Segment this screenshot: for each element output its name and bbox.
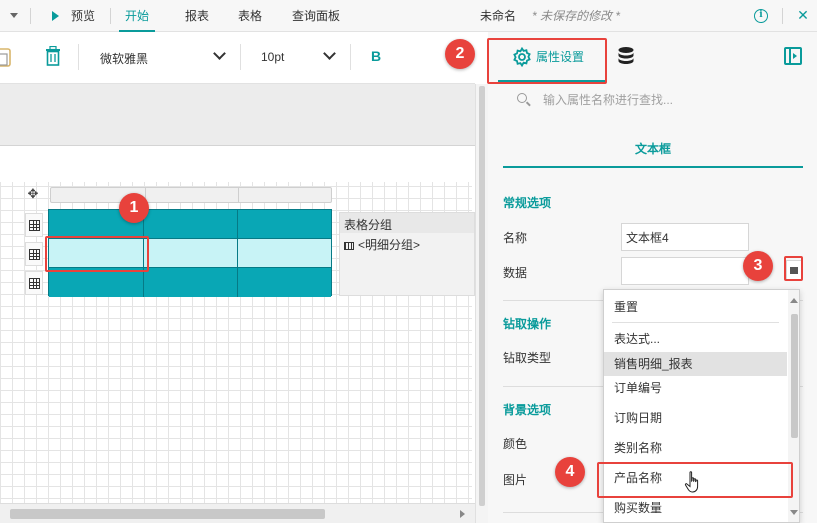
hand-cursor-icon xyxy=(684,471,699,493)
color-label: 颜色 xyxy=(503,437,528,451)
table-row-icon xyxy=(29,278,40,289)
scroll-right-icon[interactable] xyxy=(460,510,465,518)
info-icon[interactable]: i xyxy=(754,9,768,23)
scrollbar-thumb[interactable] xyxy=(791,314,798,438)
group-panel-title: 表格分组 xyxy=(344,218,393,232)
chevron-down-icon[interactable] xyxy=(323,47,336,60)
horizontal-scrollbar[interactable] xyxy=(0,503,475,523)
table-row xyxy=(49,210,331,239)
table-cell[interactable] xyxy=(49,268,144,297)
group-table-icon xyxy=(344,242,354,250)
row-handle-detail[interactable] xyxy=(25,242,43,266)
table-row-icon xyxy=(29,220,40,231)
play-icon[interactable] xyxy=(52,11,59,21)
table-cell[interactable] xyxy=(144,239,238,268)
general-options-heading[interactable]: 常规选项 xyxy=(503,194,551,211)
scroll-down-icon[interactable] xyxy=(790,510,798,515)
dropdown-divider xyxy=(612,322,779,323)
menu-divider xyxy=(782,8,783,24)
property-search-input[interactable] xyxy=(543,90,783,110)
drill-type-label: 钻取类型 xyxy=(503,351,552,365)
step-badge-4: 4 xyxy=(555,457,585,487)
data-field[interactable] xyxy=(621,257,749,285)
scroll-up-icon[interactable] xyxy=(790,298,798,303)
table-row xyxy=(49,268,331,297)
detail-group-label: <明细分组> xyxy=(358,238,421,252)
paste-icon[interactable] xyxy=(0,46,18,68)
step-badge-2: 2 xyxy=(445,39,475,69)
unsaved-indicator: * 未保存的修改 * xyxy=(532,9,621,23)
report-page-header xyxy=(0,146,475,182)
table-cell[interactable] xyxy=(238,210,331,239)
dropdown-item-expression[interactable]: 表达式... xyxy=(604,327,787,351)
menu-tab-report[interactable]: 报表 xyxy=(185,0,209,32)
highlight-box-3 xyxy=(784,256,803,281)
toolbar-divider xyxy=(350,44,351,70)
search-icon xyxy=(517,93,527,103)
document-name: 未命名 xyxy=(480,9,517,23)
row-handle-header[interactable] xyxy=(25,213,43,237)
dropdown-item-category-name[interactable]: 类别名称 xyxy=(604,436,787,460)
column-header-bar[interactable] xyxy=(50,187,332,203)
background-options-heading[interactable]: 背景选项 xyxy=(503,401,551,418)
table-cell[interactable] xyxy=(144,210,238,239)
database-icon[interactable] xyxy=(617,46,635,66)
quick-access-dropdown-icon[interactable] xyxy=(10,13,18,18)
table-cell[interactable] xyxy=(238,239,331,268)
row-handle-footer[interactable] xyxy=(25,271,43,295)
name-field[interactable] xyxy=(621,223,749,251)
table-row-icon xyxy=(29,249,40,260)
column-divider xyxy=(238,188,239,202)
font-size-select[interactable]: 10pt xyxy=(261,50,284,64)
toolbar-divider xyxy=(240,44,241,70)
table-cell[interactable] xyxy=(144,268,238,297)
step-badge-1: 1 xyxy=(119,193,149,223)
collapse-panel-icon[interactable] xyxy=(784,47,802,65)
dropdown-item-order-number[interactable]: 订单编号 xyxy=(604,376,787,400)
bold-button[interactable]: B xyxy=(371,48,381,64)
highlight-box-1 xyxy=(45,236,149,272)
image-label: 图片 xyxy=(503,473,528,487)
formatting-toolbar: 微软雅黑 10pt B xyxy=(0,32,475,84)
detail-group-item[interactable]: <明细分组> xyxy=(344,236,420,253)
menu-tab-start[interactable]: 开始 xyxy=(119,0,155,32)
tab-textbox-label: 文本框 xyxy=(634,142,671,156)
preview-button[interactable]: 预览 xyxy=(71,0,95,32)
property-search xyxy=(503,88,793,114)
chevron-down-icon[interactable] xyxy=(213,47,226,60)
table-move-icon[interactable]: ✥ xyxy=(25,186,41,202)
data-label: 数据 xyxy=(503,266,528,280)
menu-tab-table[interactable]: 表格 xyxy=(238,0,262,32)
drill-action-heading[interactable]: 钻取操作 xyxy=(503,315,551,332)
close-icon[interactable]: ✕ xyxy=(795,7,811,23)
delete-icon[interactable] xyxy=(45,46,61,66)
top-menu-bar: 预览 开始 报表 表格 查询面板 未命名 * 未保存的修改 * i ✕ xyxy=(0,0,817,32)
canvas-margin xyxy=(0,84,475,146)
highlight-box-2 xyxy=(487,38,607,84)
dropdown-item-quantity[interactable]: 购买数量 xyxy=(604,496,787,520)
toolbar-divider xyxy=(78,44,79,70)
dropdown-item-reset[interactable]: 重置 xyxy=(604,295,787,319)
tab-textbox[interactable]: 文本框 xyxy=(503,128,803,168)
vertical-scrollbar[interactable] xyxy=(475,84,488,523)
dropdown-item-dataset[interactable]: 销售明细_报表 xyxy=(604,352,787,376)
table-group-panel: 表格分组 <明细分组> xyxy=(339,212,475,296)
dropdown-item-order-date[interactable]: 订购日期 xyxy=(604,406,787,430)
table-cell[interactable] xyxy=(238,268,331,297)
font-family-select[interactable]: 微软雅黑 xyxy=(100,50,148,67)
menu-divider xyxy=(110,8,111,24)
name-label: 名称 xyxy=(503,231,528,245)
menu-divider xyxy=(30,8,31,24)
menu-tab-query-panel[interactable]: 查询面板 xyxy=(292,0,340,32)
scrollbar-thumb[interactable] xyxy=(10,509,325,519)
scrollbar-thumb[interactable] xyxy=(479,86,485,506)
step-badge-3: 3 xyxy=(743,251,773,281)
